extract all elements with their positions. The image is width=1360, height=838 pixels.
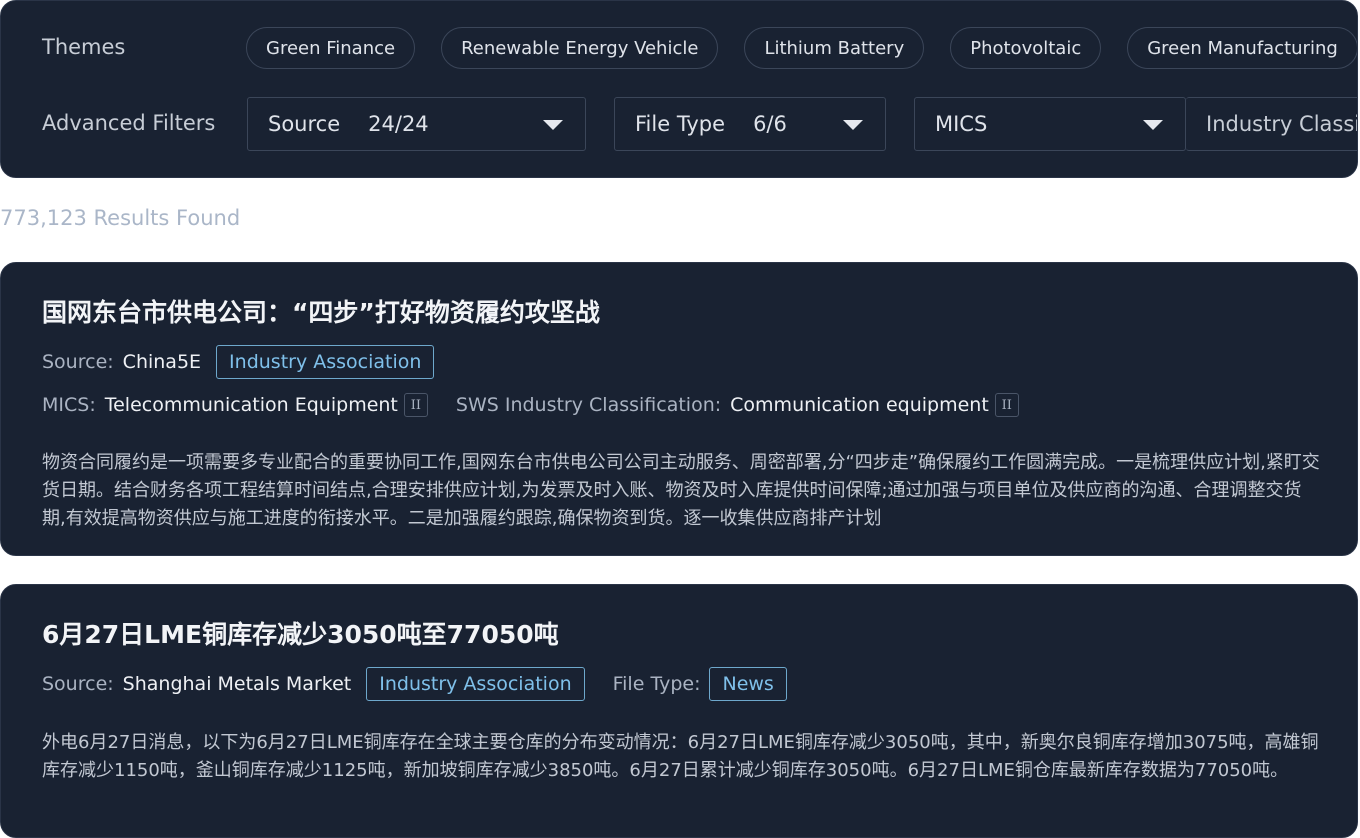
level-badge: II	[994, 393, 1019, 417]
file-type-select[interactable]: File Type 6/6	[614, 97, 886, 151]
source-label: Source:	[42, 351, 114, 373]
file-type-select-value: 6/6	[753, 112, 787, 136]
article-classification-row: MICS: Telecommunication Equipment II SWS…	[42, 393, 1019, 417]
chevron-down-icon	[1143, 120, 1163, 130]
theme-chips: Green Finance Renewable Energy Vehicle L…	[246, 27, 1357, 69]
theme-chip-renewable-energy-vehicle[interactable]: Renewable Energy Vehicle	[441, 27, 719, 69]
source-value: China5E	[122, 351, 202, 373]
sws-value: Communication equipment	[730, 394, 989, 416]
article-excerpt: 物资合同履约是一项需要多专业配合的重要协同工作,国网东台市供电公司公司主动服务、…	[42, 452, 1320, 529]
chevron-down-icon	[843, 120, 863, 130]
mics-select-label: MICS	[935, 112, 988, 136]
results-count: 773,123 Results Found	[0, 206, 241, 230]
sws-label: SWS Industry Classification:	[455, 394, 722, 416]
level-badge: II	[403, 393, 428, 417]
source-type-tag: Industry Association	[216, 345, 435, 379]
industry-classification-select[interactable]: Industry Classification	[1186, 97, 1357, 151]
source-select-label: Source	[268, 112, 341, 136]
filter-panel: Themes Green Finance Renewable Energy Ve…	[0, 0, 1358, 178]
theme-chip-green-manufacturing[interactable]: Green Manufacturing	[1127, 27, 1357, 69]
source-label: Source:	[42, 673, 114, 695]
source-select-value: 24/24	[368, 112, 429, 136]
mics-label: MICS:	[42, 394, 96, 416]
article-title[interactable]: 国网东台市供电公司：“四步”打好物资履约攻坚战	[42, 293, 600, 329]
file-type-tag: News	[709, 667, 787, 701]
mics-select[interactable]: MICS	[914, 97, 1186, 151]
themes-label: Themes	[42, 35, 126, 59]
industry-select-label: Industry Classification	[1206, 112, 1357, 136]
theme-chip-lithium-battery[interactable]: Lithium Battery	[744, 27, 925, 69]
source-type-tag: Industry Association	[366, 667, 585, 701]
article-source-row: Source: Shanghai Metals Market Industry …	[42, 667, 787, 701]
file-type-label: File Type:	[612, 673, 701, 695]
theme-chip-photovoltaic[interactable]: Photovoltaic	[950, 27, 1102, 69]
result-card[interactable]: 国网东台市供电公司：“四步”打好物资履约攻坚战 Source: China5E …	[0, 262, 1358, 556]
advanced-filters: Source 24/24 File Type 6/6 MICS Industry…	[247, 97, 1357, 151]
file-type-select-label: File Type	[635, 112, 726, 136]
source-value: Shanghai Metals Market	[122, 673, 352, 695]
result-card[interactable]: 6月27日LME铜库存减少3050吨至77050吨 Source: Shangh…	[0, 584, 1358, 838]
source-select[interactable]: Source 24/24	[247, 97, 586, 151]
mics-value: Telecommunication Equipment	[104, 394, 398, 416]
article-source-row: Source: China5E Industry Association	[42, 345, 435, 379]
chevron-down-icon	[543, 120, 563, 130]
theme-chip-green-finance[interactable]: Green Finance	[246, 27, 416, 69]
advanced-filters-label: Advanced Filters	[42, 111, 216, 135]
article-excerpt: 外电6月27日消息，以下为6月27日LME铜库存在全球主要仓库的分布变动情况：6…	[42, 732, 1319, 781]
article-title[interactable]: 6月27日LME铜库存减少3050吨至77050吨	[42, 615, 559, 651]
